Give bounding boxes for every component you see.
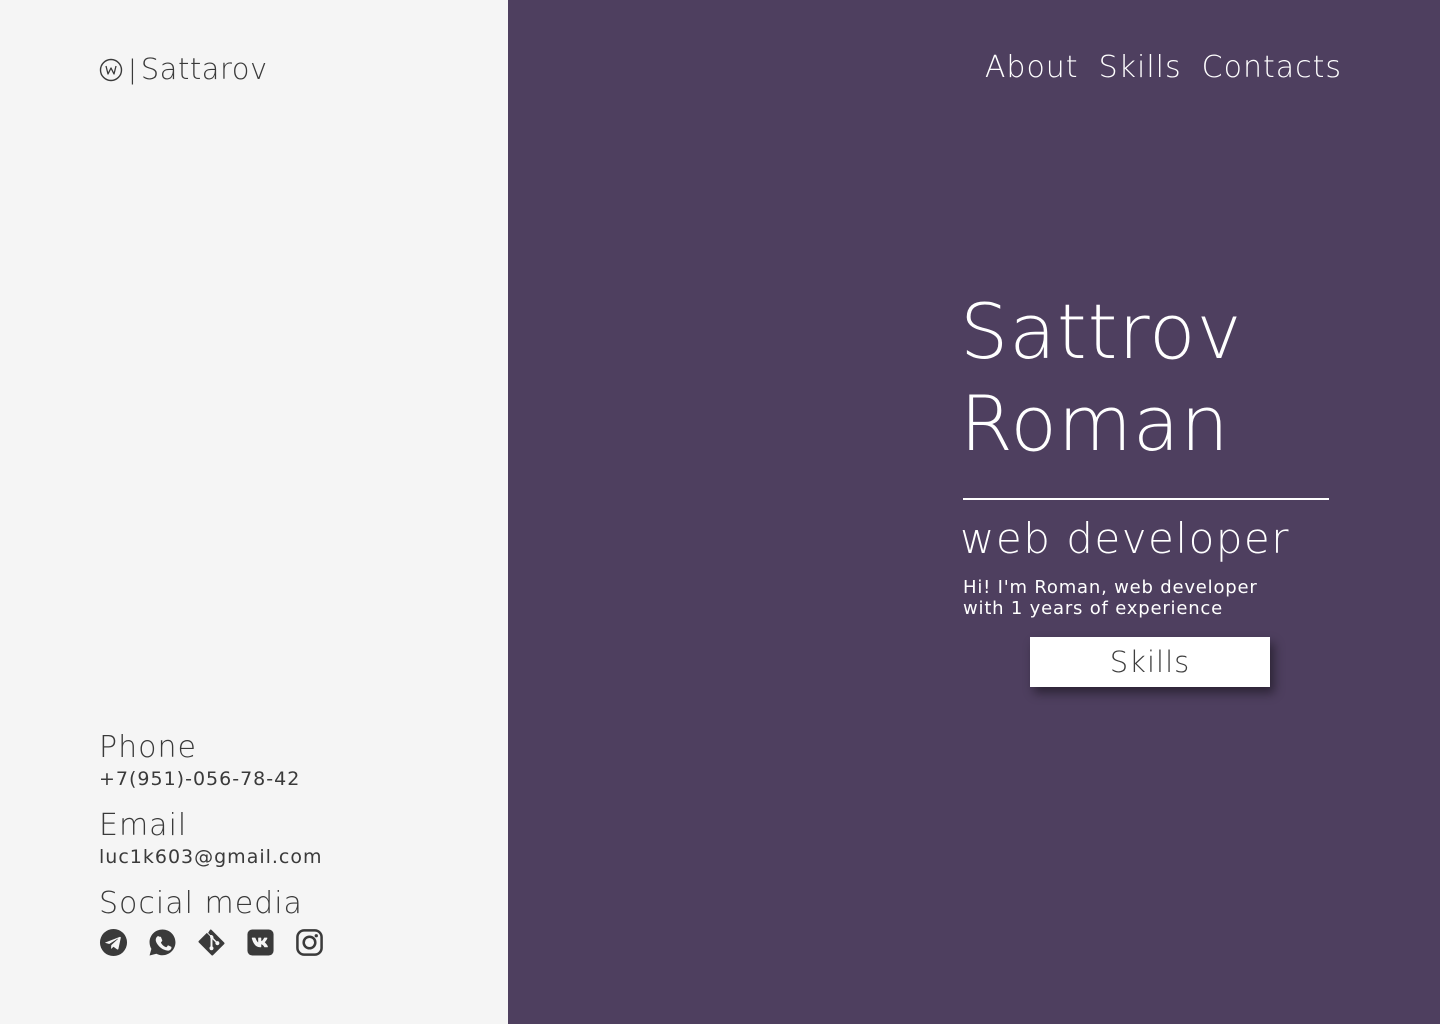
phone-value[interactable]: +7(951)-056-78-42 xyxy=(99,766,324,792)
vk-icon[interactable] xyxy=(246,928,275,957)
nav-contacts[interactable]: Contacts xyxy=(1202,50,1342,85)
main-nav: About Skills Contacts xyxy=(985,50,1342,85)
nav-about[interactable]: About xyxy=(985,50,1079,85)
logo-text: Sattarov xyxy=(140,52,268,86)
nav-skills[interactable]: Skills xyxy=(1099,50,1182,85)
hero-name-last: Roman xyxy=(960,379,1230,468)
hero-role: web developer xyxy=(960,514,1291,563)
hero-name-first: Sattrov xyxy=(960,287,1243,376)
hero-description: Hi! I'm Roman, web developer with 1 year… xyxy=(963,577,1258,619)
social-links xyxy=(99,928,324,957)
hero-section: Sattrov Roman web developer Hi! I'm Roma… xyxy=(960,286,1360,619)
logo-icon xyxy=(99,58,123,82)
phone-label: Phone xyxy=(99,730,197,765)
email-value[interactable]: luc1k603@gmail.com xyxy=(99,844,324,870)
email-label: Email xyxy=(99,808,188,843)
whatsapp-icon[interactable] xyxy=(148,928,177,957)
logo-separator: | xyxy=(128,54,137,85)
telegram-icon[interactable] xyxy=(99,928,128,957)
instagram-icon[interactable] xyxy=(295,928,324,957)
hero-divider xyxy=(963,498,1329,500)
contacts-section: Phone +7(951)-056-78-42 Email luc1k603@g… xyxy=(99,730,324,957)
social-media-label: Social media xyxy=(99,886,303,921)
logo-link[interactable]: | Sattarov xyxy=(99,55,268,84)
git-icon[interactable] xyxy=(197,928,226,957)
skills-button[interactable]: Skills xyxy=(1030,637,1270,687)
